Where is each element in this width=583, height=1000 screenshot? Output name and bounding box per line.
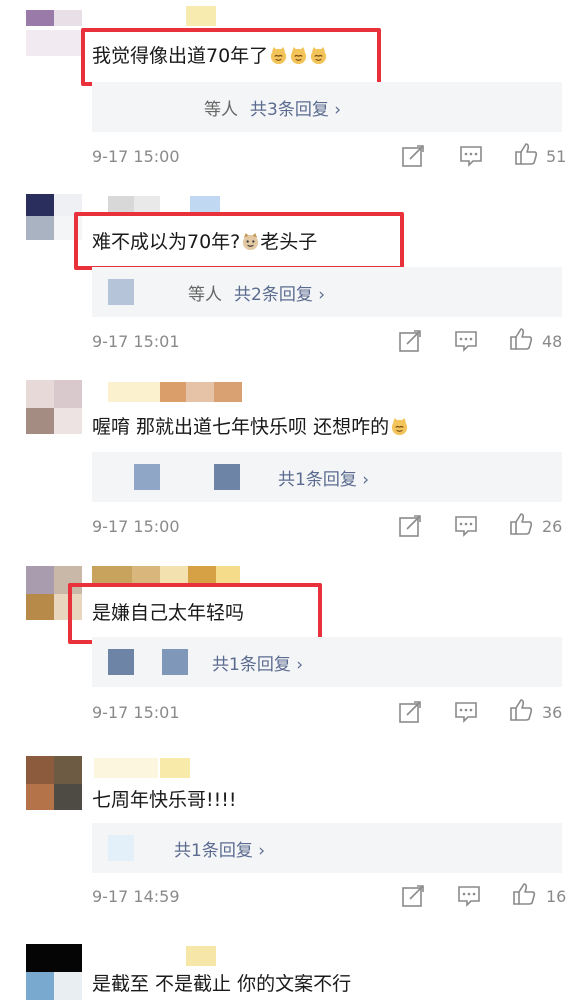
comment-text: 七周年快乐哥!!!! [92,788,236,812]
timestamp: 9-17 15:01 [92,332,180,351]
comment-icon[interactable] [458,143,484,169]
reply-count-link[interactable]: 共1条回复 › [212,650,303,675]
cat-emoji-icon [289,46,308,65]
reply-avatar [134,464,160,490]
comment-text-content: 是嫌自己太年轻吗 [92,602,245,624]
comment-text-content: 喔唷 那就出道七年快乐呗 还想咋的 [92,416,390,438]
thumbs-up-icon[interactable] [508,697,534,723]
reply-avatar [108,835,134,861]
timestamp: 9-17 15:00 [92,517,180,536]
comment-icon[interactable] [453,328,479,354]
comment-text-content: 我觉得像出道70年了 [92,45,269,67]
avatar[interactable] [26,944,82,1000]
comment-text-content: 是截至 不是截止 你的文案不行 [92,973,352,995]
comment-text: 难不成以为70年? 老头子 [92,230,317,254]
cat-emoji-icon [241,232,260,251]
reply-count-link[interactable]: 共1条回复 › [278,465,369,490]
reply-prefix: 等人 [204,100,238,120]
reply-preview[interactable]: 等人 共3条回复 › [92,82,562,132]
comment-text-suffix: 老头子 [260,231,318,253]
comment-text: 我觉得像出道70年了 [92,44,328,68]
comment-text-content: 难不成以为70年? [92,231,241,253]
reply-count-link[interactable]: 共3条回复 › [250,95,341,120]
thumbs-up-icon[interactable] [508,511,534,537]
reply-preview[interactable]: 共1条回复 › [92,637,562,687]
reply-avatar [108,649,134,675]
cat-emoji-icon [309,46,328,65]
share-edit-icon[interactable] [400,883,426,909]
reply-count-link[interactable]: 共2条回复 › [234,280,325,305]
like-count: 36 [542,703,563,722]
comment-icon[interactable] [453,699,479,725]
timestamp: 9-17 15:00 [92,147,180,166]
reply-avatar [108,279,134,305]
reply-avatar [162,649,188,675]
timestamp: 9-17 14:59 [92,887,180,906]
share-edit-icon[interactable] [397,513,423,539]
share-edit-icon[interactable] [397,328,423,354]
reply-avatar [214,464,240,490]
cat-emoji-icon [269,46,288,65]
reply-prefix: 等人 [188,285,222,305]
share-edit-icon[interactable] [397,699,423,725]
avatar[interactable] [26,380,82,436]
comment-text: 喔唷 那就出道七年快乐呗 还想咋的 [92,415,409,439]
avatar[interactable] [26,0,82,56]
avatar[interactable] [26,756,82,812]
share-edit-icon[interactable] [400,143,426,169]
reply-preview[interactable]: 共1条回复 › [92,452,562,502]
comment-text: 是嫌自己太年轻吗 [92,601,244,625]
cat-emoji-icon [390,417,409,436]
like-count: 48 [542,332,563,351]
comment-text-content: 七周年快乐哥!!!! [92,789,237,811]
thumbs-up-icon[interactable] [513,141,539,167]
reply-preview[interactable]: 等人 共2条回复 › [92,267,562,317]
reply-count-link[interactable]: 共1条回复 › [174,836,265,861]
reply-preview[interactable]: 共1条回复 › [92,823,562,873]
comment-text: 是截至 不是截止 你的文案不行 [92,972,351,996]
like-count: 51 [546,147,567,166]
comment-icon[interactable] [453,513,479,539]
thumbs-up-icon[interactable] [511,881,537,907]
timestamp: 9-17 15:01 [92,703,180,722]
like-count: 26 [542,517,563,536]
comment-icon[interactable] [456,883,482,909]
like-count: 16 [546,887,567,906]
thumbs-up-icon[interactable] [508,326,534,352]
